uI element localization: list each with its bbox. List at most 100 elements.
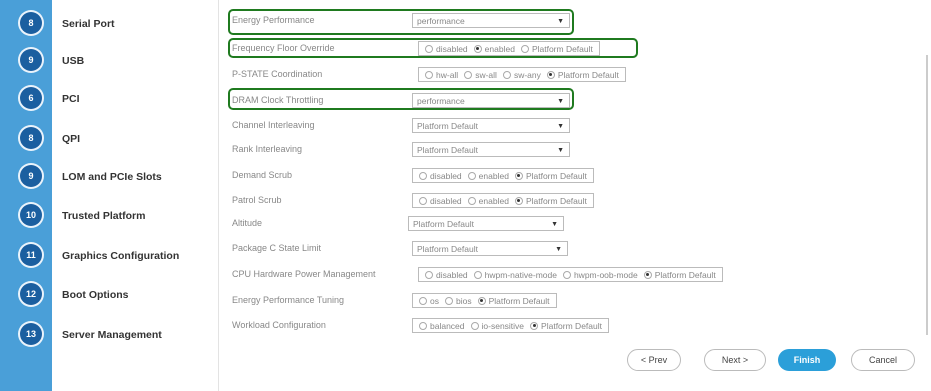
setting-dropdown[interactable]: Platform Default ▼ xyxy=(408,216,564,231)
chevron-down-icon: ▼ xyxy=(551,221,558,228)
step-label[interactable]: Graphics Configuration xyxy=(62,250,179,262)
chevron-down-icon: ▼ xyxy=(555,246,562,253)
step-label[interactable]: PCI xyxy=(62,93,80,105)
step-number-badge[interactable]: 12 xyxy=(20,283,42,305)
cancel-button[interactable]: Cancel xyxy=(851,349,915,371)
setting-dropdown[interactable]: Platform Default ▼ xyxy=(412,241,568,256)
radio-option[interactable]: sw-all xyxy=(464,70,497,80)
radio-option[interactable]: Platform Default xyxy=(514,196,587,206)
step-label[interactable]: QPI xyxy=(62,133,80,145)
step-label[interactable]: USB xyxy=(62,55,84,67)
radio-option[interactable]: io-sensitive xyxy=(470,321,524,331)
radio-unselected-icon[interactable] xyxy=(444,296,453,305)
step-label[interactable]: LOM and PCIe Slots xyxy=(62,171,162,183)
setting-dropdown[interactable]: Platform Default ▼ xyxy=(412,118,570,133)
highlight-frequency-floor-override xyxy=(228,38,638,58)
step-label[interactable]: Server Management xyxy=(62,329,162,341)
radio-option-label: enabled xyxy=(478,170,509,181)
step-number-badge[interactable]: 13 xyxy=(20,323,42,345)
radio-option[interactable]: Platform Default xyxy=(514,170,587,181)
radio-selected-icon[interactable] xyxy=(514,171,523,180)
radio-option[interactable]: hwpm-native-mode xyxy=(473,269,557,280)
radio-option-label: disabled xyxy=(430,195,462,206)
step-label[interactable]: Boot Options xyxy=(62,289,129,301)
radio-option-label: sw-all xyxy=(475,69,497,80)
radio-unselected-icon[interactable] xyxy=(473,270,482,279)
radio-option[interactable]: enabled xyxy=(467,196,509,206)
step-label[interactable]: Trusted Platform xyxy=(62,210,145,222)
radio-option-label: Platform Default xyxy=(525,170,587,181)
finish-button[interactable]: Finish xyxy=(778,349,836,371)
radio-unselected-icon[interactable] xyxy=(464,70,473,79)
radio-option[interactable]: disabled xyxy=(419,196,462,206)
setting-radio-group: disabled enabled Platform Default xyxy=(412,193,594,208)
dropdown-value: Platform Default xyxy=(417,244,478,254)
radio-unselected-icon[interactable] xyxy=(419,171,427,180)
radio-option-label: hwpm-oob-mode xyxy=(573,269,638,280)
step-number-badge[interactable]: 8 xyxy=(20,127,42,149)
step-label[interactable]: Serial Port xyxy=(62,18,115,30)
setting-label: Energy Performance Tuning xyxy=(232,295,345,305)
radio-option-label: Platform Default xyxy=(488,295,550,306)
highlight-energy-performance xyxy=(228,9,574,35)
radio-option[interactable]: Platform Default xyxy=(477,295,550,306)
radio-option[interactable]: enabled xyxy=(467,170,509,181)
step-number-badge[interactable]: 9 xyxy=(20,49,42,71)
radio-option[interactable]: os xyxy=(419,296,439,306)
radio-option-label: balanced xyxy=(430,320,465,331)
highlight-dram-clock-throttling xyxy=(228,88,574,110)
radio-option[interactable]: Platform Default xyxy=(530,321,602,331)
step-number-badge[interactable]: 8 xyxy=(20,12,42,34)
prev-button[interactable]: < Prev xyxy=(627,349,681,371)
radio-option-label: hw-all xyxy=(436,69,459,80)
radio-option-label: Platform Default xyxy=(654,269,716,280)
radio-option[interactable]: hwpm-oob-mode xyxy=(562,269,638,280)
radio-option-label: bios xyxy=(455,295,472,306)
sidebar-divider xyxy=(218,0,219,391)
chevron-down-icon: ▼ xyxy=(557,123,564,130)
radio-option[interactable]: bios xyxy=(444,295,472,306)
radio-option-label: hwpm-native-mode xyxy=(484,269,557,280)
radio-selected-icon[interactable] xyxy=(643,270,652,279)
radio-option[interactable]: Platform Default xyxy=(643,269,716,280)
radio-unselected-icon[interactable] xyxy=(419,296,427,305)
setting-radio-group: balanced io-sensitive Platform Default xyxy=(412,318,609,333)
radio-unselected-icon[interactable] xyxy=(425,270,433,279)
radio-unselected-icon[interactable] xyxy=(425,70,433,79)
radio-option-label: Platform Default xyxy=(541,320,602,331)
radio-unselected-icon[interactable] xyxy=(419,321,427,330)
vertical-scrollbar[interactable] xyxy=(926,55,928,335)
step-number-badge[interactable]: 6 xyxy=(20,87,42,109)
step-number-badge[interactable]: 9 xyxy=(20,165,42,187)
setting-label: CPU Hardware Power Management xyxy=(232,269,376,279)
radio-option[interactable]: balanced xyxy=(419,321,465,331)
chevron-down-icon: ▼ xyxy=(557,147,564,154)
step-number-badge[interactable]: 10 xyxy=(20,204,42,226)
setting-radio-group: os bios Platform Default xyxy=(412,293,557,308)
radio-selected-icon[interactable] xyxy=(546,70,555,79)
radio-option[interactable]: hw-all xyxy=(425,70,458,80)
radio-option-label: os xyxy=(430,295,439,306)
radio-unselected-icon[interactable] xyxy=(470,321,479,330)
radio-option[interactable]: disabled xyxy=(425,270,468,280)
radio-unselected-icon[interactable] xyxy=(467,171,476,180)
radio-selected-icon[interactable] xyxy=(530,321,539,330)
radio-option-label: Platform Default xyxy=(557,69,619,80)
radio-unselected-icon[interactable] xyxy=(419,196,427,205)
radio-option-label: disabled xyxy=(430,170,462,181)
radio-selected-icon[interactable] xyxy=(514,196,523,205)
radio-option[interactable]: disabled xyxy=(419,171,462,181)
setting-dropdown[interactable]: Platform Default ▼ xyxy=(412,142,570,157)
step-number-badge[interactable]: 11 xyxy=(20,244,42,266)
next-button[interactable]: Next > xyxy=(704,349,766,371)
radio-selected-icon[interactable] xyxy=(477,296,486,305)
radio-option[interactable]: sw-any xyxy=(502,70,541,80)
radio-unselected-icon[interactable] xyxy=(502,70,511,79)
setting-radio-group: hw-all sw-all sw-any Platform Default xyxy=(418,67,626,82)
radio-unselected-icon[interactable] xyxy=(467,196,476,205)
setting-label: Patrol Scrub xyxy=(232,195,282,205)
radio-unselected-icon[interactable] xyxy=(562,270,571,279)
setting-label: P-STATE Coordination xyxy=(232,69,323,79)
radio-option[interactable]: Platform Default xyxy=(546,69,619,80)
setting-label: Demand Scrub xyxy=(232,170,293,180)
